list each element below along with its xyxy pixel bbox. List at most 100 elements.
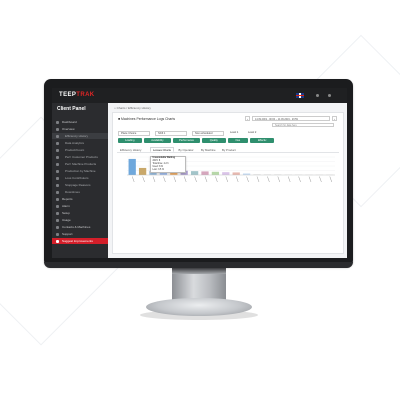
sidebar-title: Client Panel (57, 106, 86, 112)
sidebar-item[interactable]: Stoppage Reasons (52, 182, 108, 188)
chart-tick-label (235, 176, 239, 183)
metric-pill[interactable]: Effectiv (250, 138, 275, 143)
sidebar-item-icon (56, 204, 59, 208)
sidebar-item-label: Overview (62, 127, 75, 131)
chart-tick-label (183, 176, 187, 183)
uk-flag-icon[interactable] (296, 93, 304, 98)
sidebar-item[interactable]: Product/Count (52, 147, 108, 153)
chart-bar[interactable] (190, 171, 199, 175)
monitor-stand-base (146, 298, 252, 316)
sidebar-item-icon (56, 183, 59, 187)
chart-tick-label (287, 176, 291, 183)
sidebar-item-icon (56, 232, 59, 236)
chart-tick-label (163, 176, 166, 183)
sidebar-item[interactable]: Perf. Machine Products (52, 161, 108, 167)
sidebar-item-icon (56, 239, 59, 243)
sidebar-item-label: Efficiency History (65, 134, 88, 138)
chart-tooltip: Unavoidable Waiting 2015: 8 Total time: … (150, 156, 186, 173)
sidebar-item-label: Product/Count (65, 148, 85, 152)
sidebar-item-label: Production by Machine (65, 169, 96, 173)
sidebar-item[interactable]: Overview (52, 126, 108, 132)
app-logo[interactable]: TEEPTRAK (59, 92, 95, 98)
sidebar-item[interactable]: Data Analytics (52, 140, 108, 146)
metric-pill[interactable]: Quality (202, 138, 226, 143)
sidebar-item[interactable]: Alarm (52, 203, 108, 209)
sidebar-item[interactable]: Usage (52, 217, 108, 223)
prev-date-button[interactable]: ‹ (245, 116, 250, 121)
chart-tick-label (267, 176, 270, 183)
sidebar-item-label: Support (62, 232, 73, 236)
sidebar-item-label: Setup (62, 211, 70, 215)
tooltip-line: Lost: 3.5 % (152, 169, 165, 171)
sidebar-item[interactable]: Efficiency History (52, 133, 108, 139)
chart-bar[interactable] (242, 173, 251, 175)
sidebar-item-label: Alarm (62, 204, 70, 208)
chart-bar[interactable] (201, 171, 209, 175)
chart-tick-label (142, 176, 145, 183)
range-select[interactable]: Non-scheduled (192, 131, 224, 136)
search-input[interactable]: Search for data here (272, 123, 334, 127)
logo-text: TEEP (59, 92, 77, 98)
sidebar-item[interactable]: Dashboard (52, 119, 108, 125)
metric-pill[interactable]: Loading (118, 138, 142, 143)
chart-tick-label (194, 176, 197, 183)
sidebar-item-label: Downtimes (65, 190, 80, 194)
chart-bar[interactable] (138, 167, 147, 175)
sidebar-item-label: Contacts & Machines (62, 225, 91, 229)
chart-tick-label (152, 176, 156, 183)
sidebar-item[interactable]: Downtimes (52, 189, 108, 195)
sidebar-item-icon (56, 218, 59, 222)
sidebar-item-label: Suggest Improvements (62, 239, 93, 243)
sidebar-item-label: Data Analytics (65, 141, 85, 145)
monitor-stand-shade (172, 268, 226, 274)
user-icon[interactable] (316, 94, 319, 97)
date-range-field[interactable]: 14.09.2019 - 00:00 – 14.09.2019 - 23:59 (252, 116, 330, 121)
sidebar-item[interactable]: Perf. Customer Products (52, 154, 108, 160)
sidebar-item-icon (56, 225, 59, 229)
chart-bar[interactable] (211, 171, 220, 175)
level1-checkbox[interactable]: Level 1 (228, 131, 243, 136)
chart-bar[interactable] (128, 158, 136, 175)
sidebar-item-label: Perf. Machine Products (65, 162, 97, 166)
sidebar-item[interactable]: Suggest Improvements (52, 238, 108, 244)
chart-tick-label (131, 176, 135, 183)
sidebar-item-icon (56, 141, 59, 145)
sidebar-item-label: Loss Contributors (65, 176, 89, 180)
sidebar-item[interactable]: Support (52, 231, 108, 237)
chart-tick-label (215, 176, 218, 183)
page-title: ■ Machines Performance Logs Charts (118, 117, 176, 121)
chart-tick-label (246, 176, 249, 183)
sidebar-item-icon (56, 120, 59, 124)
level2-checkbox[interactable]: Level 2 (246, 131, 261, 136)
chart-bar[interactable] (232, 172, 240, 175)
next-date-button[interactable]: › (332, 116, 337, 121)
sidebar-item[interactable]: Reports (52, 196, 108, 202)
chart-bar[interactable] (222, 172, 230, 175)
main-panel: ■ Machines Performance Logs Charts ‹ 14.… (112, 112, 344, 254)
chart-tick-label (319, 176, 322, 183)
sidebar-item-icon (56, 190, 59, 194)
sidebar-item-icon (56, 176, 59, 180)
metric-pill[interactable]: Oee (227, 138, 248, 143)
breadcrumb[interactable]: ⌂ Charts / Efficiency History (114, 106, 151, 110)
sidebar-item-icon (56, 197, 59, 201)
chart-tick-label (256, 176, 260, 183)
sidebar-item[interactable]: Contacts & Machines (52, 224, 108, 230)
metric-pill[interactable]: Performance (173, 138, 200, 143)
top-bar: TEEPTRAK (52, 88, 347, 103)
sidebar-item-icon (56, 162, 59, 166)
sidebar-item[interactable]: Loss Contributors (52, 175, 108, 181)
chart-tick-label (225, 176, 229, 183)
menu-icon[interactable] (328, 94, 331, 97)
metric-pill[interactable]: Availability (143, 138, 172, 143)
sidebar-item-label: Reports (62, 197, 73, 201)
sidebar-item[interactable]: Setup (52, 210, 108, 216)
sidebar-item[interactable]: Production by Machine (52, 168, 108, 174)
tab-divider (117, 151, 339, 153)
chart-tick-label (298, 176, 301, 183)
shift-select[interactable]: Shift 1 (155, 131, 187, 136)
chart-tick-label (329, 176, 333, 183)
chart-tick-label (173, 176, 177, 183)
sidebar-item-icon (56, 211, 59, 215)
place-select[interactable]: Place Choice (118, 131, 150, 136)
